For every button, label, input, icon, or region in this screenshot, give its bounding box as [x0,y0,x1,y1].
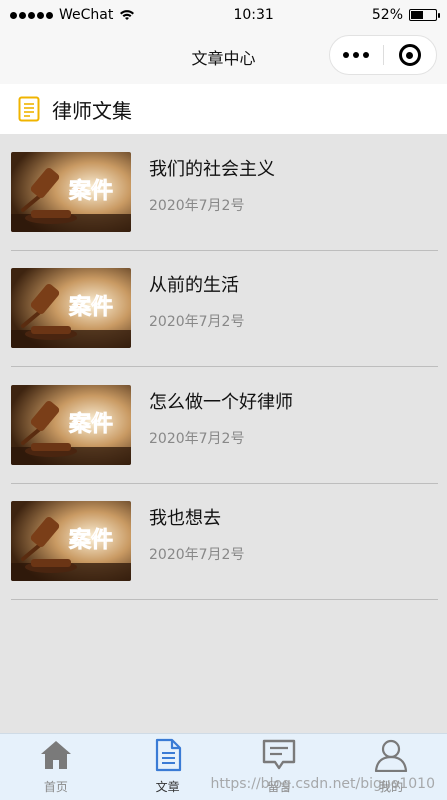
miniprogram-capsule [329,35,437,75]
article-icon [155,738,181,772]
article-item-3[interactable]: 案件 怎么做一个好律师 2020年7月2号 [11,367,438,484]
message-icon [263,739,296,770]
article-date: 2020年7月2号 [149,547,245,564]
article-text: 我们的社会主义 2020年7月2号 [149,155,275,215]
article-list: 案件 我们的社会主义 2020年7月2号 案件 从前的生活 2020年7月2号 … [0,134,447,600]
more-icon[interactable] [330,52,383,58]
thumbnail-text: 案件 [68,527,113,553]
battery-icon [409,9,440,21]
article-date: 2020年7月2号 [149,314,245,331]
target-icon [398,44,421,66]
thumbnail-text: 案件 [68,294,113,320]
article-title: 我也想去 [149,508,221,530]
article-title: 怎么做一个好律师 [149,391,293,413]
section-title: 律师文集 [52,98,132,123]
tab-home[interactable]: 首页 [0,734,112,800]
article-thumbnail: 案件 [11,151,131,232]
article-thumbnail: 案件 [11,268,131,349]
home-icon [40,741,71,769]
tab-articles[interactable]: 文章 [112,734,224,800]
article-item-2[interactable]: 案件 从前的生活 2020年7月2号 [11,251,438,367]
nav-bar: 文章中心 [0,30,447,84]
article-date: 2020年7月2号 [149,197,245,214]
status-time: 10:31 [233,7,274,23]
status-right: 52% [371,7,440,23]
carrier-label: WeChat [59,7,114,23]
article-item-1[interactable]: 案件 我们的社会主义 2020年7月2号 [11,134,438,251]
document-list-icon [18,96,40,122]
section-header: 律师文集 [0,84,447,134]
article-title: 从前的生活 [149,275,239,297]
thumbnail-text: 案件 [68,411,113,437]
user-icon [375,739,408,772]
tab-bar: 首页 文章 留言 我的 https://blog.csdn.net/biguo1… [0,733,447,800]
page-title: 文章中心 [191,49,256,68]
close-miniprogram-button[interactable] [384,44,437,66]
thumbnail-text: 案件 [68,178,113,204]
signal-icon [10,11,53,19]
wifi-icon [120,10,135,20]
article-thumbnail: 案件 [11,501,131,582]
status-bar: WeChat 10:31 52% [0,0,447,30]
status-left: WeChat [10,7,135,23]
article-date: 2020年7月2号 [149,430,245,447]
battery-percent: 52% [371,7,403,23]
watermark: https://blog.csdn.net/biguo1010 [210,776,436,792]
article-text: 我也想去 2020年7月2号 [149,504,244,564]
article-text: 从前的生活 2020年7月2号 [149,271,244,331]
article-title: 我们的社会主义 [149,158,275,180]
article-item-4[interactable]: 案件 我也想去 2020年7月2号 [11,484,438,600]
article-thumbnail: 案件 [11,384,131,465]
article-text: 怎么做一个好律师 2020年7月2号 [149,388,293,448]
tab-label: 首页 [43,780,68,794]
tab-label: 文章 [155,780,180,794]
